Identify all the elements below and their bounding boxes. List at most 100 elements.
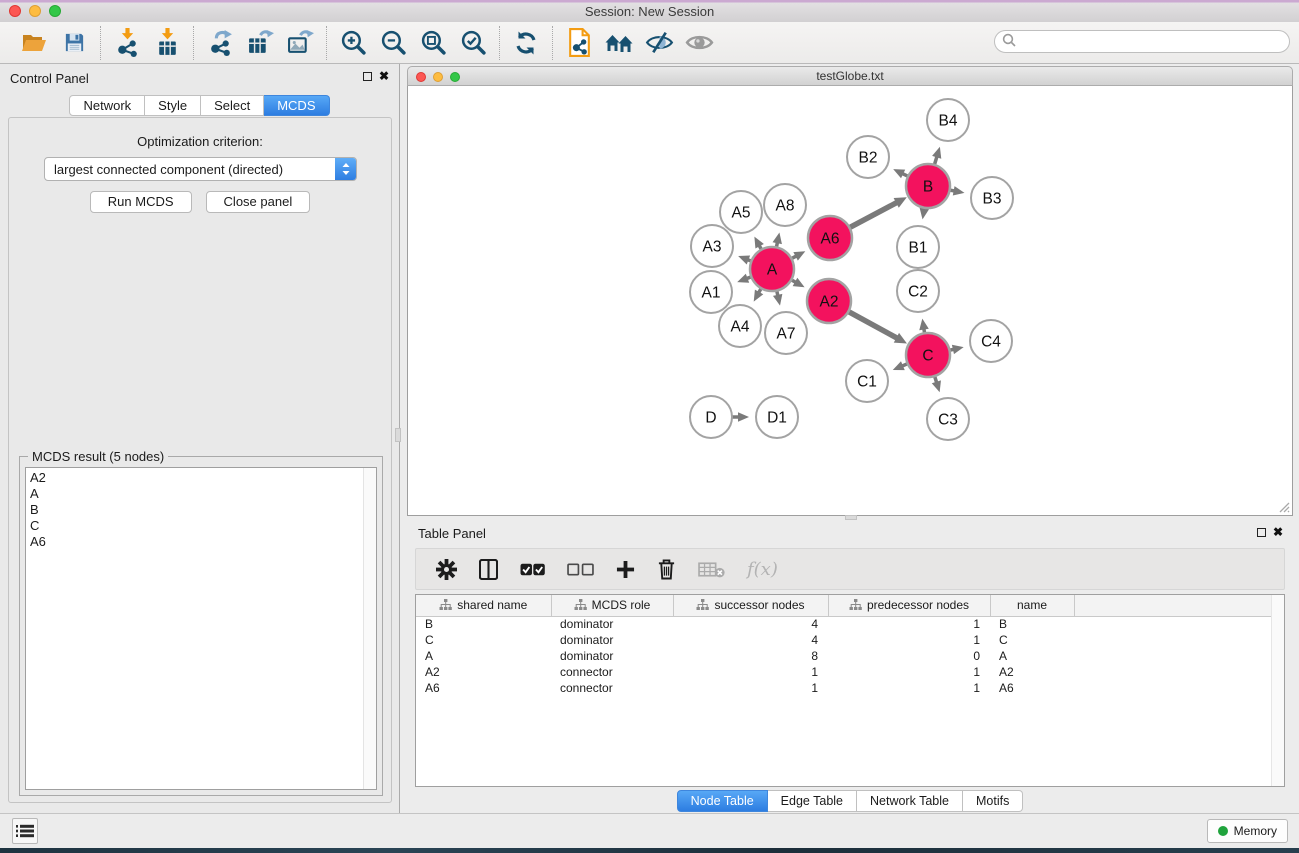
- node-C3[interactable]: C3: [927, 398, 969, 440]
- table-row[interactable]: A2connector11A2: [416, 664, 1272, 680]
- zoom-window-button[interactable]: [49, 5, 61, 17]
- import-table-button[interactable]: [147, 25, 187, 61]
- cell: 4: [673, 632, 828, 648]
- result-item[interactable]: A6: [26, 534, 376, 550]
- node-C[interactable]: C: [906, 333, 950, 377]
- float-panel-icon[interactable]: [363, 72, 372, 81]
- node-D[interactable]: D: [690, 396, 732, 438]
- arrowhead: [919, 319, 928, 331]
- vertical-splitter-handle[interactable]: [395, 428, 401, 442]
- task-history-button[interactable]: [12, 818, 38, 844]
- column-header-name[interactable]: name: [990, 595, 1074, 616]
- select-all-button[interactable]: [520, 562, 545, 577]
- node-A6[interactable]: A6: [808, 216, 852, 260]
- node-B4[interactable]: B4: [927, 99, 969, 141]
- export-table-button[interactable]: [240, 25, 280, 61]
- tab-mcds[interactable]: MCDS: [264, 95, 329, 116]
- tab-style[interactable]: Style: [145, 95, 201, 116]
- tab-edge-table[interactable]: Edge Table: [768, 790, 857, 812]
- import-network-button[interactable]: [107, 25, 147, 61]
- refresh-view-button[interactable]: [506, 25, 546, 61]
- result-scrollbar[interactable]: [363, 468, 376, 789]
- result-item[interactable]: C: [26, 518, 376, 534]
- node-B1[interactable]: B1: [897, 226, 939, 268]
- tab-select[interactable]: Select: [201, 95, 264, 116]
- close-window-button[interactable]: [9, 5, 21, 17]
- resize-grip[interactable]: [1276, 499, 1290, 513]
- show-graphics-details-button[interactable]: [679, 25, 719, 61]
- node-A5[interactable]: A5: [720, 191, 762, 233]
- node-D1[interactable]: D1: [756, 396, 798, 438]
- run-mcds-button[interactable]: Run MCDS: [90, 191, 192, 213]
- gear-button[interactable]: [436, 559, 457, 580]
- node-B3[interactable]: B3: [971, 177, 1013, 219]
- zoom-fit-button[interactable]: [413, 25, 453, 61]
- network-window-titlebar[interactable]: testGlobe.txt: [407, 66, 1293, 86]
- column-header-shared-name[interactable]: shared name: [416, 595, 551, 616]
- node-A2[interactable]: A2: [807, 279, 851, 323]
- result-item[interactable]: B: [26, 502, 376, 518]
- result-item[interactable]: A2: [26, 470, 376, 486]
- close-panel-button[interactable]: Close panel: [206, 191, 311, 213]
- show-home-button[interactable]: [599, 25, 639, 61]
- result-item[interactable]: A: [26, 486, 376, 502]
- export-network-button[interactable]: [200, 25, 240, 61]
- cell: 1: [828, 616, 990, 632]
- network-close-button[interactable]: [416, 72, 426, 82]
- zoom-in-button[interactable]: [333, 25, 373, 61]
- network-canvas[interactable]: A A1 A3 A4 A5 A7 A8 A6 A2 B B1 B2 B3B4 C C1 C2 C3C4 D D1: [407, 86, 1293, 516]
- zoom-out-icon: [380, 29, 407, 56]
- float-table-panel-icon[interactable]: [1257, 528, 1266, 537]
- network-zoom-button[interactable]: [450, 72, 460, 82]
- svg-text:A8: A8: [776, 198, 795, 215]
- table-row[interactable]: Bdominator41B: [416, 616, 1272, 632]
- tab-node-table[interactable]: Node Table: [677, 790, 768, 812]
- table-scrollbar[interactable]: [1271, 595, 1284, 786]
- table-row[interactable]: Adominator80A: [416, 648, 1272, 664]
- node-C2[interactable]: C2: [897, 270, 939, 312]
- network-minimize-button[interactable]: [433, 72, 443, 82]
- node-B[interactable]: B: [906, 164, 950, 208]
- table-row[interactable]: A6connector11A6: [416, 680, 1272, 696]
- close-table-panel-icon[interactable]: ✖: [1273, 527, 1283, 537]
- minimize-window-button[interactable]: [29, 5, 41, 17]
- column-header-predecessor-nodes[interactable]: predecessor nodes: [828, 595, 990, 616]
- node-A1[interactable]: A1: [690, 271, 732, 313]
- search-input[interactable]: [1020, 33, 1289, 51]
- add-row-button[interactable]: [616, 560, 635, 579]
- deselect-all-button[interactable]: [567, 562, 594, 577]
- tab-motifs[interactable]: Motifs: [963, 790, 1023, 812]
- column-header-successor-nodes[interactable]: successor nodes: [673, 595, 828, 616]
- tab-network[interactable]: Network: [69, 95, 145, 116]
- network-graph[interactable]: A A1 A3 A4 A5 A7 A8 A6 A2 B B1 B2 B3B4 C C1 C2 C3C4 D D1: [408, 86, 1292, 514]
- delete-row-button[interactable]: [657, 558, 676, 580]
- node-A[interactable]: A: [750, 247, 794, 291]
- arrowhead: [932, 380, 941, 392]
- svg-text:D: D: [705, 410, 716, 427]
- node-A3[interactable]: A3: [691, 225, 733, 267]
- column-header-MCDS-role[interactable]: MCDS role: [551, 595, 673, 616]
- hide-graphics-details-button[interactable]: [639, 25, 679, 61]
- search-field[interactable]: [994, 30, 1290, 53]
- close-panel-icon[interactable]: ✖: [379, 71, 389, 81]
- open-session-button[interactable]: [14, 25, 54, 61]
- toolbar-separator: [326, 26, 327, 60]
- node-C1[interactable]: C1: [846, 360, 888, 402]
- new-network-file-button[interactable]: [559, 25, 599, 61]
- export-image-button[interactable]: [280, 25, 320, 61]
- node-B2[interactable]: B2: [847, 136, 889, 178]
- node-A8[interactable]: A8: [764, 184, 806, 226]
- columns-button[interactable]: [479, 559, 498, 580]
- optimization-criterion-select[interactable]: largest connected component (directed): [44, 157, 357, 181]
- memory-button[interactable]: Memory: [1207, 819, 1288, 843]
- zoom-selected-button[interactable]: [453, 25, 493, 61]
- svg-text:D1: D1: [767, 410, 787, 427]
- node-A7[interactable]: A7: [765, 312, 807, 354]
- node-A4[interactable]: A4: [719, 305, 761, 347]
- zoom-out-button[interactable]: [373, 25, 413, 61]
- node-C4[interactable]: C4: [970, 320, 1012, 362]
- table-row[interactable]: Cdominator41C: [416, 632, 1272, 648]
- tab-network-table[interactable]: Network Table: [857, 790, 963, 812]
- save-session-button[interactable]: [54, 25, 94, 61]
- svg-text:A3: A3: [703, 239, 722, 256]
